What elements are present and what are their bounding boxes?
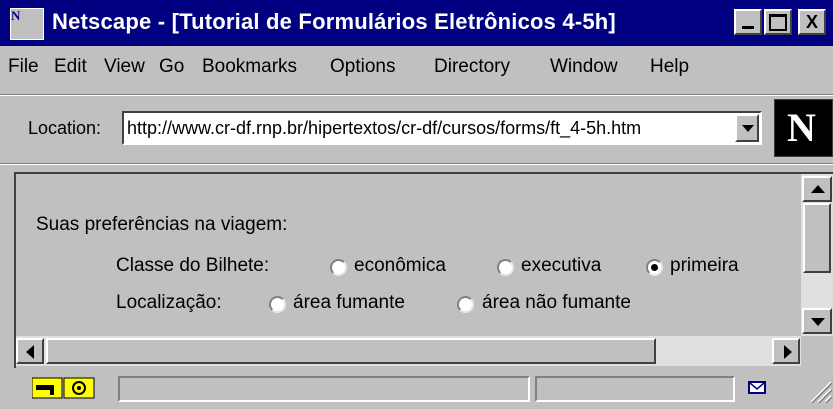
option-executiva-label: executiva — [521, 255, 602, 276]
page-content: Suas preferências na viagem: Classe do B… — [16, 174, 801, 336]
title-bar[interactable]: N Netscape - [Tutorial de Formulários El… — [0, 0, 833, 46]
menu-directory[interactable]: Directory — [434, 56, 510, 78]
arrow-down-icon — [811, 318, 825, 326]
resize-grip-icon[interactable] — [805, 376, 833, 404]
location-input[interactable]: http://www.cr-df.rnp.br/hipertextos/cr-d… — [122, 111, 762, 145]
maximize-button[interactable] — [764, 9, 792, 35]
chevron-down-icon — [742, 125, 754, 132]
scroll-down-button[interactable] — [802, 308, 832, 334]
option-area-fumante-label: área fumante — [293, 292, 405, 313]
menu-options[interactable]: Options — [330, 56, 395, 78]
option-primeira-label: primeira — [670, 255, 739, 276]
location-url: http://www.cr-df.rnp.br/hipertextos/cr-d… — [127, 118, 642, 138]
radio-selected-dot — [651, 264, 658, 271]
close-button[interactable]: X — [798, 9, 826, 35]
scroll-left-button[interactable] — [16, 338, 44, 364]
content-separator — [0, 163, 833, 165]
netscape-app-icon[interactable]: N — [10, 8, 44, 40]
location-label: Location: — [28, 118, 102, 138]
close-icon: X — [805, 12, 818, 32]
location-pref-label: Localização: — [116, 292, 222, 313]
key-lock-icon[interactable] — [31, 376, 98, 400]
arrow-right-icon — [784, 345, 792, 359]
menu-help[interactable]: Help — [650, 56, 689, 78]
option-area-nao-fumante-label: área não fumante — [482, 292, 631, 313]
logo-letter: N — [787, 105, 816, 150]
menu-bookmarks[interactable]: Bookmarks — [202, 56, 297, 78]
horizontal-scroll-thumb[interactable] — [46, 338, 656, 364]
minimize-button[interactable] — [734, 9, 762, 35]
status-message-panel — [118, 376, 530, 402]
radio-economica[interactable] — [330, 259, 347, 276]
ticket-class-label: Classe do Bilhete: — [116, 255, 270, 276]
netscape-logo[interactable]: N — [774, 99, 833, 157]
window-title: Netscape - [Tutorial de Formulários Elet… — [52, 9, 616, 34]
minimize-icon — [742, 25, 754, 29]
maximize-icon — [769, 13, 787, 31]
menu-window[interactable]: Window — [550, 56, 618, 78]
preferences-heading: Suas preferências na viagem: — [36, 214, 288, 235]
vertical-scroll-thumb[interactable] — [803, 203, 831, 273]
arrow-left-icon — [26, 345, 34, 359]
progress-panel — [535, 376, 735, 402]
radio-primeira[interactable] — [646, 259, 663, 276]
app-icon-letter: N — [11, 8, 21, 23]
mail-envelope-icon[interactable] — [748, 381, 766, 394]
menu-edit[interactable]: Edit — [54, 56, 87, 78]
location-dropdown-button[interactable] — [735, 114, 759, 142]
option-economica-label: econômica — [354, 255, 446, 276]
menu-file[interactable]: File — [8, 56, 39, 78]
radio-area-fumante[interactable] — [269, 296, 286, 313]
scroll-right-button[interactable] — [772, 338, 800, 364]
menu-go[interactable]: Go — [159, 56, 184, 78]
radio-executiva[interactable] — [497, 259, 514, 276]
menu-bar: File Edit View Go Bookmarks Options Dire… — [0, 52, 833, 86]
arrow-up-icon — [811, 185, 825, 193]
toolbar-separator — [0, 94, 833, 96]
scroll-up-button[interactable] — [802, 176, 832, 202]
menu-view[interactable]: View — [104, 56, 145, 78]
radio-area-nao-fumante[interactable] — [457, 296, 474, 313]
